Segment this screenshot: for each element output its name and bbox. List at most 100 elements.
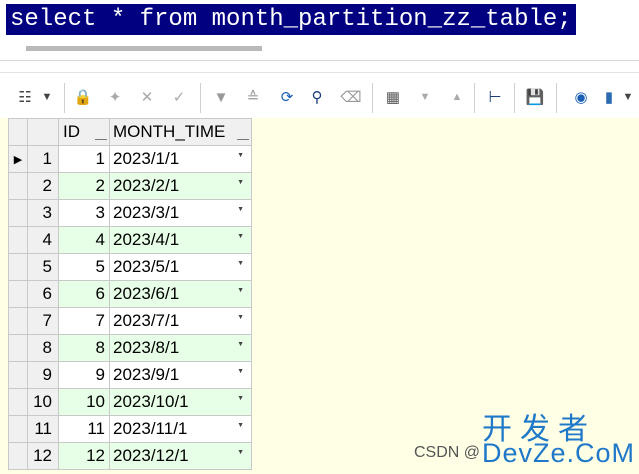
row-number[interactable]: 10 [27,388,59,416]
cell-dropdown-icon[interactable]: ▼ [237,179,244,186]
cell-dropdown-icon[interactable]: ▼ [237,395,244,402]
row-number[interactable]: 6 [27,280,59,308]
link-icon[interactable]: ⊢ [484,86,506,108]
table-row[interactable]: 12 12 2023/12/1 ▼ [8,442,252,470]
row-indicator[interactable] [8,361,28,389]
record-view-icon[interactable]: ▦ [382,86,404,108]
last-record-icon[interactable]: ≙ [242,86,264,108]
table-row[interactable]: 3 3 2023/3/1 ▼ [8,199,252,227]
table-row[interactable]: 11 11 2023/11/1 ▼ [8,415,252,443]
editor-horizontal-scrollbar[interactable] [10,46,629,55]
row-indicator[interactable] [8,280,28,308]
cell-month-time[interactable]: 2023/1/1 ▼ [109,145,252,173]
row-indicator[interactable] [8,388,28,416]
row-number[interactable]: 11 [27,415,59,443]
cell-id[interactable]: 5 [58,253,110,281]
row-indicator[interactable] [8,199,28,227]
row-indicator[interactable] [8,307,28,335]
lock-icon[interactable]: 🔒 [72,86,94,108]
cell-id[interactable]: 9 [58,361,110,389]
cell-dropdown-icon[interactable]: ▼ [237,341,244,348]
cell-month-time[interactable]: 2023/12/1 ▼ [109,442,252,470]
row-indicator[interactable]: ▶ [8,145,28,173]
row-number[interactable]: 1 [27,145,59,173]
move-up-icon[interactable]: ▲ [446,86,468,108]
cell-month-time[interactable]: 2023/2/1 ▼ [109,172,252,200]
sort-icon[interactable] [95,139,107,141]
scrollbar-thumb[interactable] [26,46,262,51]
cell-id[interactable]: 1 [58,145,110,173]
row-number[interactable]: 8 [27,334,59,362]
table-row[interactable]: ▶ 1 1 2023/1/1 ▼ [8,145,252,173]
row-number[interactable]: 7 [27,307,59,335]
table-row[interactable]: 4 4 2023/4/1 ▼ [8,226,252,254]
cell-id[interactable]: 10 [58,388,110,416]
row-number[interactable]: 2 [27,172,59,200]
row-indicator[interactable] [8,334,28,362]
sql-editor[interactable]: select * from month_partition_zz_table; [0,0,639,61]
find-icon[interactable]: ⚲ [306,86,328,108]
row-number[interactable]: 9 [27,361,59,389]
row-indicator[interactable] [8,415,28,443]
sort-icon[interactable] [237,139,249,141]
delete-row-icon[interactable]: ✕ [136,86,158,108]
dropdown-icon[interactable]: ▼ [36,86,58,108]
cell-id[interactable]: 11 [58,415,110,443]
table-row[interactable]: 6 6 2023/6/1 ▼ [8,280,252,308]
insert-row-icon[interactable]: ✦ [104,86,126,108]
cell-month-time[interactable]: 2023/11/1 ▼ [109,415,252,443]
cell-dropdown-icon[interactable]: ▼ [237,287,244,294]
row-indicator[interactable] [8,442,28,470]
cell-month-time[interactable]: 2023/4/1 ▼ [109,226,252,254]
clear-icon[interactable]: ⌫ [340,86,362,108]
row-number[interactable]: 3 [27,199,59,227]
cell-dropdown-icon[interactable]: ▼ [237,449,244,456]
cell-month-time[interactable]: 2023/10/1 ▼ [109,388,252,416]
row-number[interactable]: 5 [27,253,59,281]
row-number[interactable]: 12 [27,442,59,470]
cell-month-time[interactable]: 2023/6/1 ▼ [109,280,252,308]
cell-dropdown-icon[interactable]: ▼ [237,422,244,429]
table-row[interactable]: 7 7 2023/7/1 ▼ [8,307,252,335]
cell-id[interactable]: 8 [58,334,110,362]
grid-options-icon[interactable]: ☷ [14,86,36,108]
cell-id[interactable]: 4 [58,226,110,254]
column-header-month-time[interactable]: MONTH_TIME [109,118,252,146]
table-row[interactable]: 8 8 2023/8/1 ▼ [8,334,252,362]
table-row[interactable]: 9 9 2023/9/1 ▼ [8,361,252,389]
database-info-icon[interactable]: ◉ [570,86,592,108]
cell-dropdown-icon[interactable]: ▼ [237,314,244,321]
cell-month-time[interactable]: 2023/5/1 ▼ [109,253,252,281]
cell-month-time[interactable]: 2023/9/1 ▼ [109,361,252,389]
save-icon[interactable]: 💾 [524,86,546,108]
chart-icon[interactable]: ▮ [598,86,620,108]
chart-dropdown-icon[interactable]: ▼ [620,86,636,108]
row-indicator[interactable] [8,253,28,281]
cell-month-time[interactable]: 2023/8/1 ▼ [109,334,252,362]
table-row[interactable]: 10 10 2023/10/1 ▼ [8,388,252,416]
post-edit-icon[interactable]: ✓ [168,86,190,108]
cell-id[interactable]: 2 [58,172,110,200]
logo-english-text: DevZe.CoM [482,438,636,468]
cell-dropdown-icon[interactable]: ▼ [237,368,244,375]
column-header-id[interactable]: ID [58,118,110,146]
cell-id[interactable]: 6 [58,280,110,308]
cell-dropdown-icon[interactable]: ▼ [237,260,244,267]
refresh-icon[interactable]: ⟳ [276,86,298,108]
cell-month-time[interactable]: 2023/3/1 ▼ [109,199,252,227]
cell-id[interactable]: 7 [58,307,110,335]
row-indicator[interactable] [8,172,28,200]
row-number[interactable]: 4 [27,226,59,254]
cell-dropdown-icon[interactable]: ▼ [237,206,244,213]
first-record-icon[interactable]: ▼ [210,86,232,108]
move-down-icon[interactable]: ▼ [414,86,436,108]
row-indicator[interactable] [8,226,28,254]
cell-dropdown-icon[interactable]: ▼ [237,152,244,159]
table-row[interactable]: 2 2 2023/2/1 ▼ [8,172,252,200]
cell-id[interactable]: 12 [58,442,110,470]
table-row[interactable]: 5 5 2023/5/1 ▼ [8,253,252,281]
cell-id[interactable]: 3 [58,199,110,227]
cell-dropdown-icon[interactable]: ▼ [237,233,244,240]
sql-query-text[interactable]: select * from month_partition_zz_table; [6,4,576,35]
cell-month-time[interactable]: 2023/7/1 ▼ [109,307,252,335]
